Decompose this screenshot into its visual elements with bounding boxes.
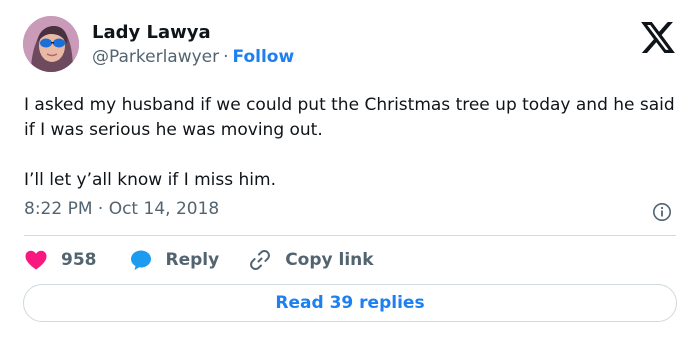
tweet-line-1: I asked my husband if we could put the C… — [24, 95, 675, 140]
copy-link-button[interactable]: Copy link — [248, 248, 374, 272]
read-replies-button[interactable]: Read 39 replies — [23, 284, 677, 322]
author-handle[interactable]: @Parkerlawyer — [92, 47, 219, 67]
avatar[interactable] — [23, 16, 79, 72]
tweet-text: I asked my husband if we could put the C… — [24, 93, 676, 193]
x-logo-icon[interactable] — [641, 22, 675, 53]
handle-row: @Parkerlawyer · Follow — [92, 47, 294, 67]
copy-link-label: Copy link — [285, 250, 374, 270]
follow-button[interactable]: Follow — [233, 47, 295, 67]
heart-icon — [25, 250, 47, 270]
like-count: 958 — [61, 250, 97, 270]
divider — [24, 235, 676, 236]
author-name[interactable]: Lady Lawya — [92, 22, 211, 43]
action-bar: 958 Reply Copy link — [24, 246, 374, 274]
link-icon — [250, 249, 271, 271]
tweet-line-2: I’ll let y’all know if I miss him. — [24, 170, 276, 190]
tweet-card: Lady Lawya @Parkerlawyer · Follow I asked … — [0, 0, 700, 349]
separator-dot: · — [223, 47, 229, 67]
avatar-photo — [23, 16, 79, 72]
tweet-timestamp[interactable]: 8:22 PM · Oct 14, 2018 — [24, 199, 219, 219]
reply-label: Reply — [165, 250, 220, 270]
reply-bubble-icon — [130, 250, 151, 270]
like-button[interactable]: 958 — [24, 248, 97, 272]
reply-button[interactable]: Reply — [129, 248, 220, 272]
info-icon[interactable] — [652, 202, 672, 222]
